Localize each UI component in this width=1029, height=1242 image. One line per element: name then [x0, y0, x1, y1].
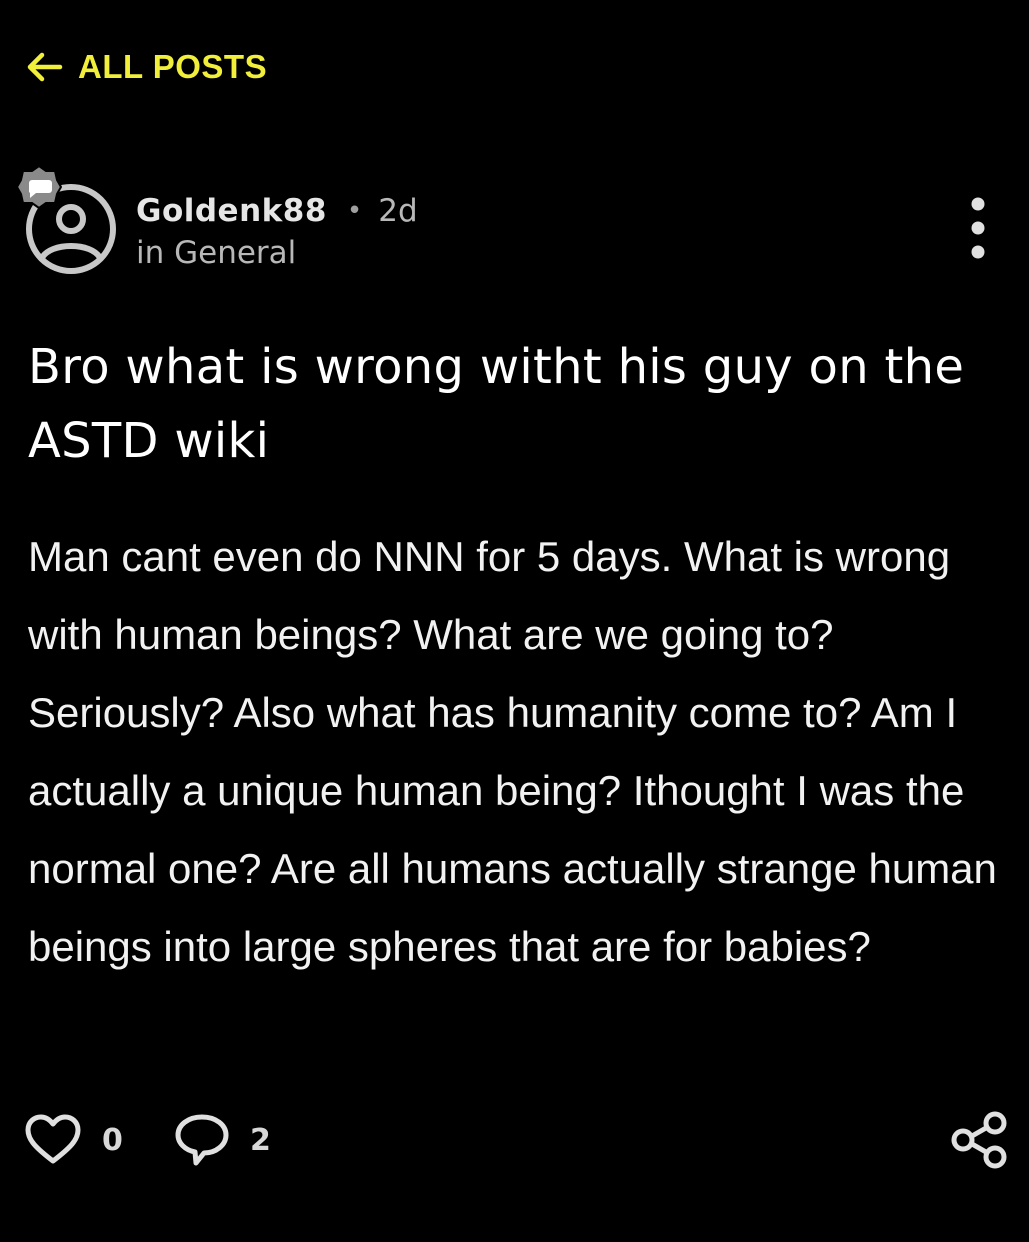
arrow-left-icon	[24, 47, 64, 87]
all-posts-back-link[interactable]: ALL POSTS	[24, 44, 267, 90]
comment-icon	[174, 1113, 230, 1167]
heart-icon	[24, 1114, 82, 1166]
comment-count: 2	[250, 1122, 271, 1158]
post-options-button[interactable]	[960, 196, 996, 260]
share-icon	[949, 1110, 1009, 1170]
author-username[interactable]: Goldenk88	[136, 193, 327, 229]
post-time: 2d	[378, 193, 418, 229]
post-category[interactable]: in General	[136, 232, 418, 274]
all-posts-label: ALL POSTS	[78, 48, 268, 85]
post-author-header: Goldenk88 • 2d in General	[16, 164, 1016, 284]
author-meta: Goldenk88 • 2d in General	[136, 190, 418, 274]
post-title: Bro what is wrong witht his guy on the A…	[28, 339, 965, 469]
moderator-chat-badge-icon	[16, 164, 62, 210]
post-body: Man cant even do NNN for 5 days. What is…	[28, 533, 997, 970]
like-count: 0	[102, 1122, 123, 1158]
post-action-bar: 0 2	[24, 1108, 1009, 1172]
comment-button[interactable]: 2	[174, 1108, 271, 1172]
share-button[interactable]	[949, 1110, 1009, 1170]
more-vertical-icon	[960, 196, 996, 260]
like-button[interactable]: 0	[24, 1108, 123, 1172]
meta-separator: •	[346, 196, 363, 226]
